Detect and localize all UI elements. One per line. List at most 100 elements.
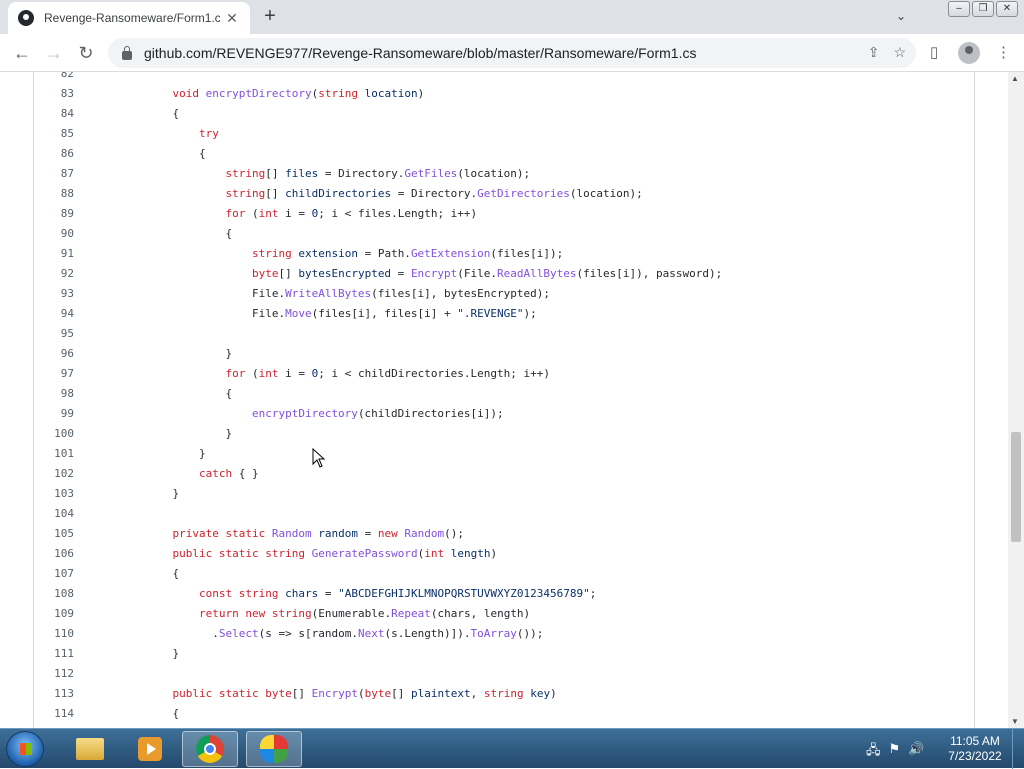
line-number[interactable]: 107 xyxy=(34,564,74,584)
line-number[interactable]: 88 xyxy=(34,184,74,204)
url-text[interactable]: github.com/REVENGE977/Revenge-Ransomewar… xyxy=(144,45,696,61)
address-bar[interactable]: github.com/REVENGE977/Revenge-Ransomewar… xyxy=(108,38,916,68)
code-text: try xyxy=(198,127,219,140)
line-number[interactable]: 109 xyxy=(34,604,74,624)
forward-icon[interactable]: → xyxy=(42,42,66,64)
code-text: encryptDirectory(childDirectories[i]); xyxy=(251,407,504,420)
system-tray: 🖧 ⚑ 🔊 xyxy=(866,741,924,763)
show-desktop-button[interactable] xyxy=(1012,729,1024,769)
line-number[interactable]: 104 xyxy=(34,504,74,524)
windows-taskbar: 🖧 ⚑ 🔊 11:05 AM 7/23/2022 xyxy=(0,728,1024,769)
code-line: 103 } xyxy=(34,484,934,504)
line-number[interactable]: 87 xyxy=(34,164,74,184)
menu-icon[interactable]: ⋮ xyxy=(996,43,1011,61)
line-number[interactable]: 100 xyxy=(34,424,74,444)
minimize-button[interactable]: – xyxy=(948,1,970,17)
line-number[interactable]: 92 xyxy=(34,264,74,284)
side-panel-icon[interactable]: ▯ xyxy=(930,43,938,61)
tab-search-icon[interactable]: ⌄ xyxy=(896,9,906,23)
line-number[interactable]: 90 xyxy=(34,224,74,244)
line-number[interactable]: 111 xyxy=(34,644,74,664)
code-line: 94 File.Move(files[i], files[i] + ".REVE… xyxy=(34,304,934,324)
code-text: { xyxy=(146,567,180,580)
code-line: 101 } xyxy=(34,444,934,464)
media-player-task[interactable] xyxy=(122,731,178,767)
code-line: 85 try xyxy=(34,124,934,144)
code-line: 108 const string chars = "ABCDEFGHIJKLMN… xyxy=(34,584,934,604)
network-icon[interactable]: 🖧 xyxy=(866,741,881,763)
clock[interactable]: 11:05 AM 7/23/2022 xyxy=(940,734,1010,764)
line-number[interactable]: 113 xyxy=(34,684,74,704)
line-number[interactable]: 91 xyxy=(34,244,74,264)
code-line: 93 File.WriteAllBytes(files[i], bytesEnc… xyxy=(34,284,934,304)
line-number[interactable]: 105 xyxy=(34,524,74,544)
line-number[interactable]: 82 xyxy=(34,72,74,84)
code-text: File.Move(files[i], files[i] + ".REVENGE… xyxy=(146,307,537,320)
close-window-button[interactable]: ✕ xyxy=(996,1,1018,17)
bookmark-star-icon[interactable]: ☆ xyxy=(893,44,906,61)
line-number[interactable]: 86 xyxy=(34,144,74,164)
line-number[interactable]: 89 xyxy=(34,204,74,224)
code-text: File.WriteAllBytes(files[i], bytesEncryp… xyxy=(146,287,550,300)
code-line: 91 string extension = Path.GetExtension(… xyxy=(34,244,934,264)
code-text: } xyxy=(146,487,180,500)
explorer-task[interactable] xyxy=(62,731,118,767)
code-line: 111 } xyxy=(34,644,934,664)
line-number[interactable]: 112 xyxy=(34,664,74,684)
line-number[interactable]: 83 xyxy=(34,84,74,104)
line-number[interactable]: 97 xyxy=(34,364,74,384)
start-button[interactable] xyxy=(6,731,44,767)
code-line: 89 for (int i = 0; i < files.Length; i++… xyxy=(34,204,934,224)
line-number[interactable]: 102 xyxy=(34,464,74,484)
line-number[interactable]: 103 xyxy=(34,484,74,504)
back-icon[interactable]: ← xyxy=(10,42,34,64)
line-number[interactable]: 114 xyxy=(34,704,74,724)
code-line: 82 xyxy=(34,72,934,84)
scroll-down-icon[interactable]: ▼ xyxy=(1011,717,1019,726)
line-number[interactable]: 94 xyxy=(34,304,74,324)
code-line: 99 encryptDirectory(childDirectories[i])… xyxy=(34,404,934,424)
scrollbar-thumb[interactable] xyxy=(1011,432,1021,542)
new-tab-button[interactable]: + xyxy=(258,6,282,28)
restore-button[interactable]: ❐ xyxy=(972,1,994,17)
lock-icon[interactable] xyxy=(122,45,132,60)
scroll-up-icon[interactable]: ▲ xyxy=(1011,74,1019,83)
chrome-icon xyxy=(196,735,224,763)
code-line: 114 { xyxy=(34,704,934,724)
code-text: public static string GeneratePassword(in… xyxy=(172,547,498,560)
reload-icon[interactable]: ↻ xyxy=(74,42,98,64)
line-number[interactable]: 101 xyxy=(34,444,74,464)
action-center-icon[interactable]: ⚑ xyxy=(889,741,901,763)
line-number[interactable]: 106 xyxy=(34,544,74,564)
tab-title: Revenge-Ransomeware/Form1.cs xyxy=(44,11,220,25)
code-text: } xyxy=(146,447,206,460)
code-text: catch { } xyxy=(198,467,259,480)
share-icon[interactable]: ⇪ xyxy=(868,44,880,61)
profile-avatar[interactable] xyxy=(958,42,980,64)
code-text: return new string(Enumerable.Repeat(char… xyxy=(198,607,531,620)
browser-tab[interactable]: Revenge-Ransomeware/Form1.cs ✕ xyxy=(8,2,250,34)
app-task[interactable] xyxy=(246,731,302,767)
mouse-cursor-icon xyxy=(312,448,326,468)
tab-close-button[interactable]: ✕ xyxy=(224,10,240,27)
line-number[interactable]: 93 xyxy=(34,284,74,304)
volume-icon[interactable]: 🔊 xyxy=(908,741,924,763)
code-text: .Select(s => s[random.Next(s.Length)]).T… xyxy=(146,627,544,640)
line-number[interactable]: 95 xyxy=(34,324,74,344)
code-line: 98 { xyxy=(34,384,934,404)
line-number[interactable]: 110 xyxy=(34,624,74,644)
page-scrollbar[interactable]: ▲ ▼ xyxy=(1008,72,1024,728)
code-text: } xyxy=(146,647,180,660)
line-number[interactable]: 85 xyxy=(34,124,74,144)
code-line: 90 { xyxy=(34,224,934,244)
line-number[interactable]: 96 xyxy=(34,344,74,364)
chrome-task[interactable] xyxy=(182,731,238,767)
line-number[interactable]: 99 xyxy=(34,404,74,424)
line-number[interactable]: 84 xyxy=(34,104,74,124)
line-number[interactable]: 98 xyxy=(34,384,74,404)
browser-toolbar: ← → ↻ github.com/REVENGE977/Revenge-Rans… xyxy=(0,34,1024,72)
code-line: 109 return new string(Enumerable.Repeat(… xyxy=(34,604,934,624)
line-number[interactable]: 108 xyxy=(34,584,74,604)
code-text: string[] files = Directory.GetFiles(loca… xyxy=(225,167,531,180)
code-text: { xyxy=(146,387,233,400)
